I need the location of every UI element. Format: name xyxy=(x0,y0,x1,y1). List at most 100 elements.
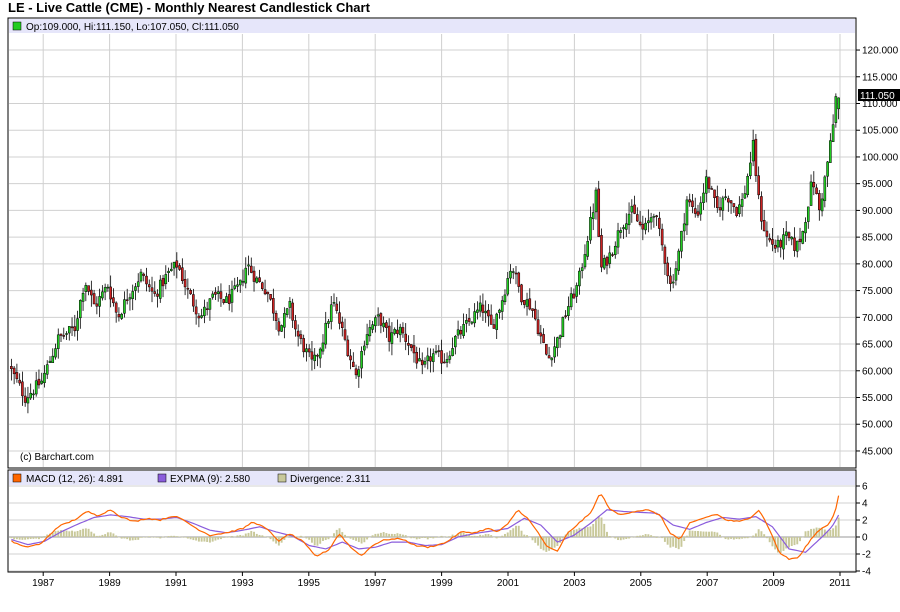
divergence-bar xyxy=(269,537,272,540)
divergence-bar xyxy=(413,537,415,539)
candle-down xyxy=(768,237,771,241)
candle-up xyxy=(40,380,44,384)
divergence-bar xyxy=(437,536,440,538)
divergence-bar xyxy=(432,537,435,539)
divergence-bar xyxy=(13,537,16,540)
divergence-bar xyxy=(476,536,479,537)
candle-down xyxy=(90,289,93,296)
candle-up xyxy=(740,199,744,207)
divergence-bar xyxy=(586,527,589,537)
candle-down xyxy=(718,207,722,211)
candle-up xyxy=(76,318,79,331)
candle-up xyxy=(101,291,104,299)
divergence-bar xyxy=(807,530,810,537)
divergence-bar xyxy=(255,533,258,537)
candle-down xyxy=(153,291,157,294)
x-tick-label: 2005 xyxy=(630,578,653,589)
divergence-bar xyxy=(600,517,603,537)
divergence-bar xyxy=(443,536,446,538)
candle-up xyxy=(247,264,250,267)
candle-up xyxy=(48,360,52,364)
divergence-bar xyxy=(197,537,200,542)
candle-down xyxy=(542,334,545,343)
divergence-bar xyxy=(219,537,222,540)
x-tick-label: 1997 xyxy=(364,578,387,589)
divergence-bar xyxy=(506,532,509,537)
candle-down xyxy=(150,287,154,292)
divergence-bar xyxy=(799,537,801,542)
macd-y-tick-label: 0 xyxy=(862,533,868,544)
price-y-tick-label: 65.000 xyxy=(862,340,893,351)
candle-down xyxy=(299,334,303,339)
candle-up xyxy=(131,291,135,299)
divergence-bar xyxy=(790,537,793,547)
divergence-bar xyxy=(247,532,250,537)
candle-up xyxy=(236,284,239,287)
candle-up xyxy=(746,176,749,195)
divergence-bar xyxy=(330,536,333,538)
divergence-bar xyxy=(396,533,399,537)
price-y-tick-label: 95.000 xyxy=(862,179,893,190)
candle-down xyxy=(710,188,714,190)
candle-up xyxy=(738,204,741,215)
candle-up xyxy=(158,279,162,299)
candle-up xyxy=(498,309,501,313)
candle-down xyxy=(440,350,443,364)
divergence-bar xyxy=(308,537,311,540)
candle-down xyxy=(729,200,733,204)
divergence-bar xyxy=(225,536,228,538)
chart-canvas: Op:109.000, Hi:111.150, Lo:107.050, Cl:1… xyxy=(7,17,900,589)
candle-down xyxy=(343,329,347,340)
divergence-bar xyxy=(71,530,74,537)
candle-up xyxy=(376,314,380,317)
candle-up xyxy=(288,300,292,308)
candle-down xyxy=(547,355,551,359)
candle-up xyxy=(203,306,206,317)
divergence-bar xyxy=(470,536,473,537)
divergence-bar xyxy=(614,537,617,539)
candle-up xyxy=(280,325,283,332)
candle-down xyxy=(274,312,278,321)
candle-up xyxy=(553,346,556,358)
x-tick-label: 2003 xyxy=(563,578,586,589)
divergence-bar xyxy=(68,531,71,537)
candle-up xyxy=(431,353,435,362)
candle-down xyxy=(735,207,738,216)
candle-down xyxy=(487,309,490,317)
divergence-bar xyxy=(512,528,515,537)
divergence-bar xyxy=(239,534,242,537)
divergence-bar xyxy=(672,537,675,547)
divergence-bar xyxy=(661,537,664,539)
candle-down xyxy=(605,256,609,266)
divergence-bar xyxy=(360,537,363,544)
candle-down xyxy=(183,278,187,288)
price-y-tick-label: 50.000 xyxy=(862,420,893,431)
candle-down xyxy=(294,320,297,330)
candle-up xyxy=(558,335,562,339)
candle-up xyxy=(837,97,840,110)
candle-up xyxy=(56,334,60,349)
divergence-bar xyxy=(655,537,658,538)
candle-up xyxy=(462,324,465,336)
divergence-bar xyxy=(140,537,142,538)
candle-up xyxy=(795,240,799,252)
candle-up xyxy=(699,202,703,215)
candle-up xyxy=(65,333,68,335)
macd-y-tick-label: -4 xyxy=(862,567,871,578)
divergence-bar xyxy=(137,537,140,540)
expma-legend-label: EXPMA (9): 2.580 xyxy=(170,474,250,485)
divergence-bar xyxy=(526,535,528,537)
divergence-bar xyxy=(619,537,622,541)
divergence-bar xyxy=(589,526,592,537)
candle-down xyxy=(192,294,195,307)
candle-up xyxy=(81,292,85,302)
candle-down xyxy=(522,300,526,305)
divergence-bar xyxy=(120,537,123,539)
divergence-bar xyxy=(520,530,523,537)
divergence-bar xyxy=(316,537,319,546)
candle-down xyxy=(62,335,66,337)
divergence-bar xyxy=(796,537,799,545)
divergence-bar xyxy=(788,537,790,548)
candle-up xyxy=(327,321,330,324)
candle-up xyxy=(365,334,369,345)
